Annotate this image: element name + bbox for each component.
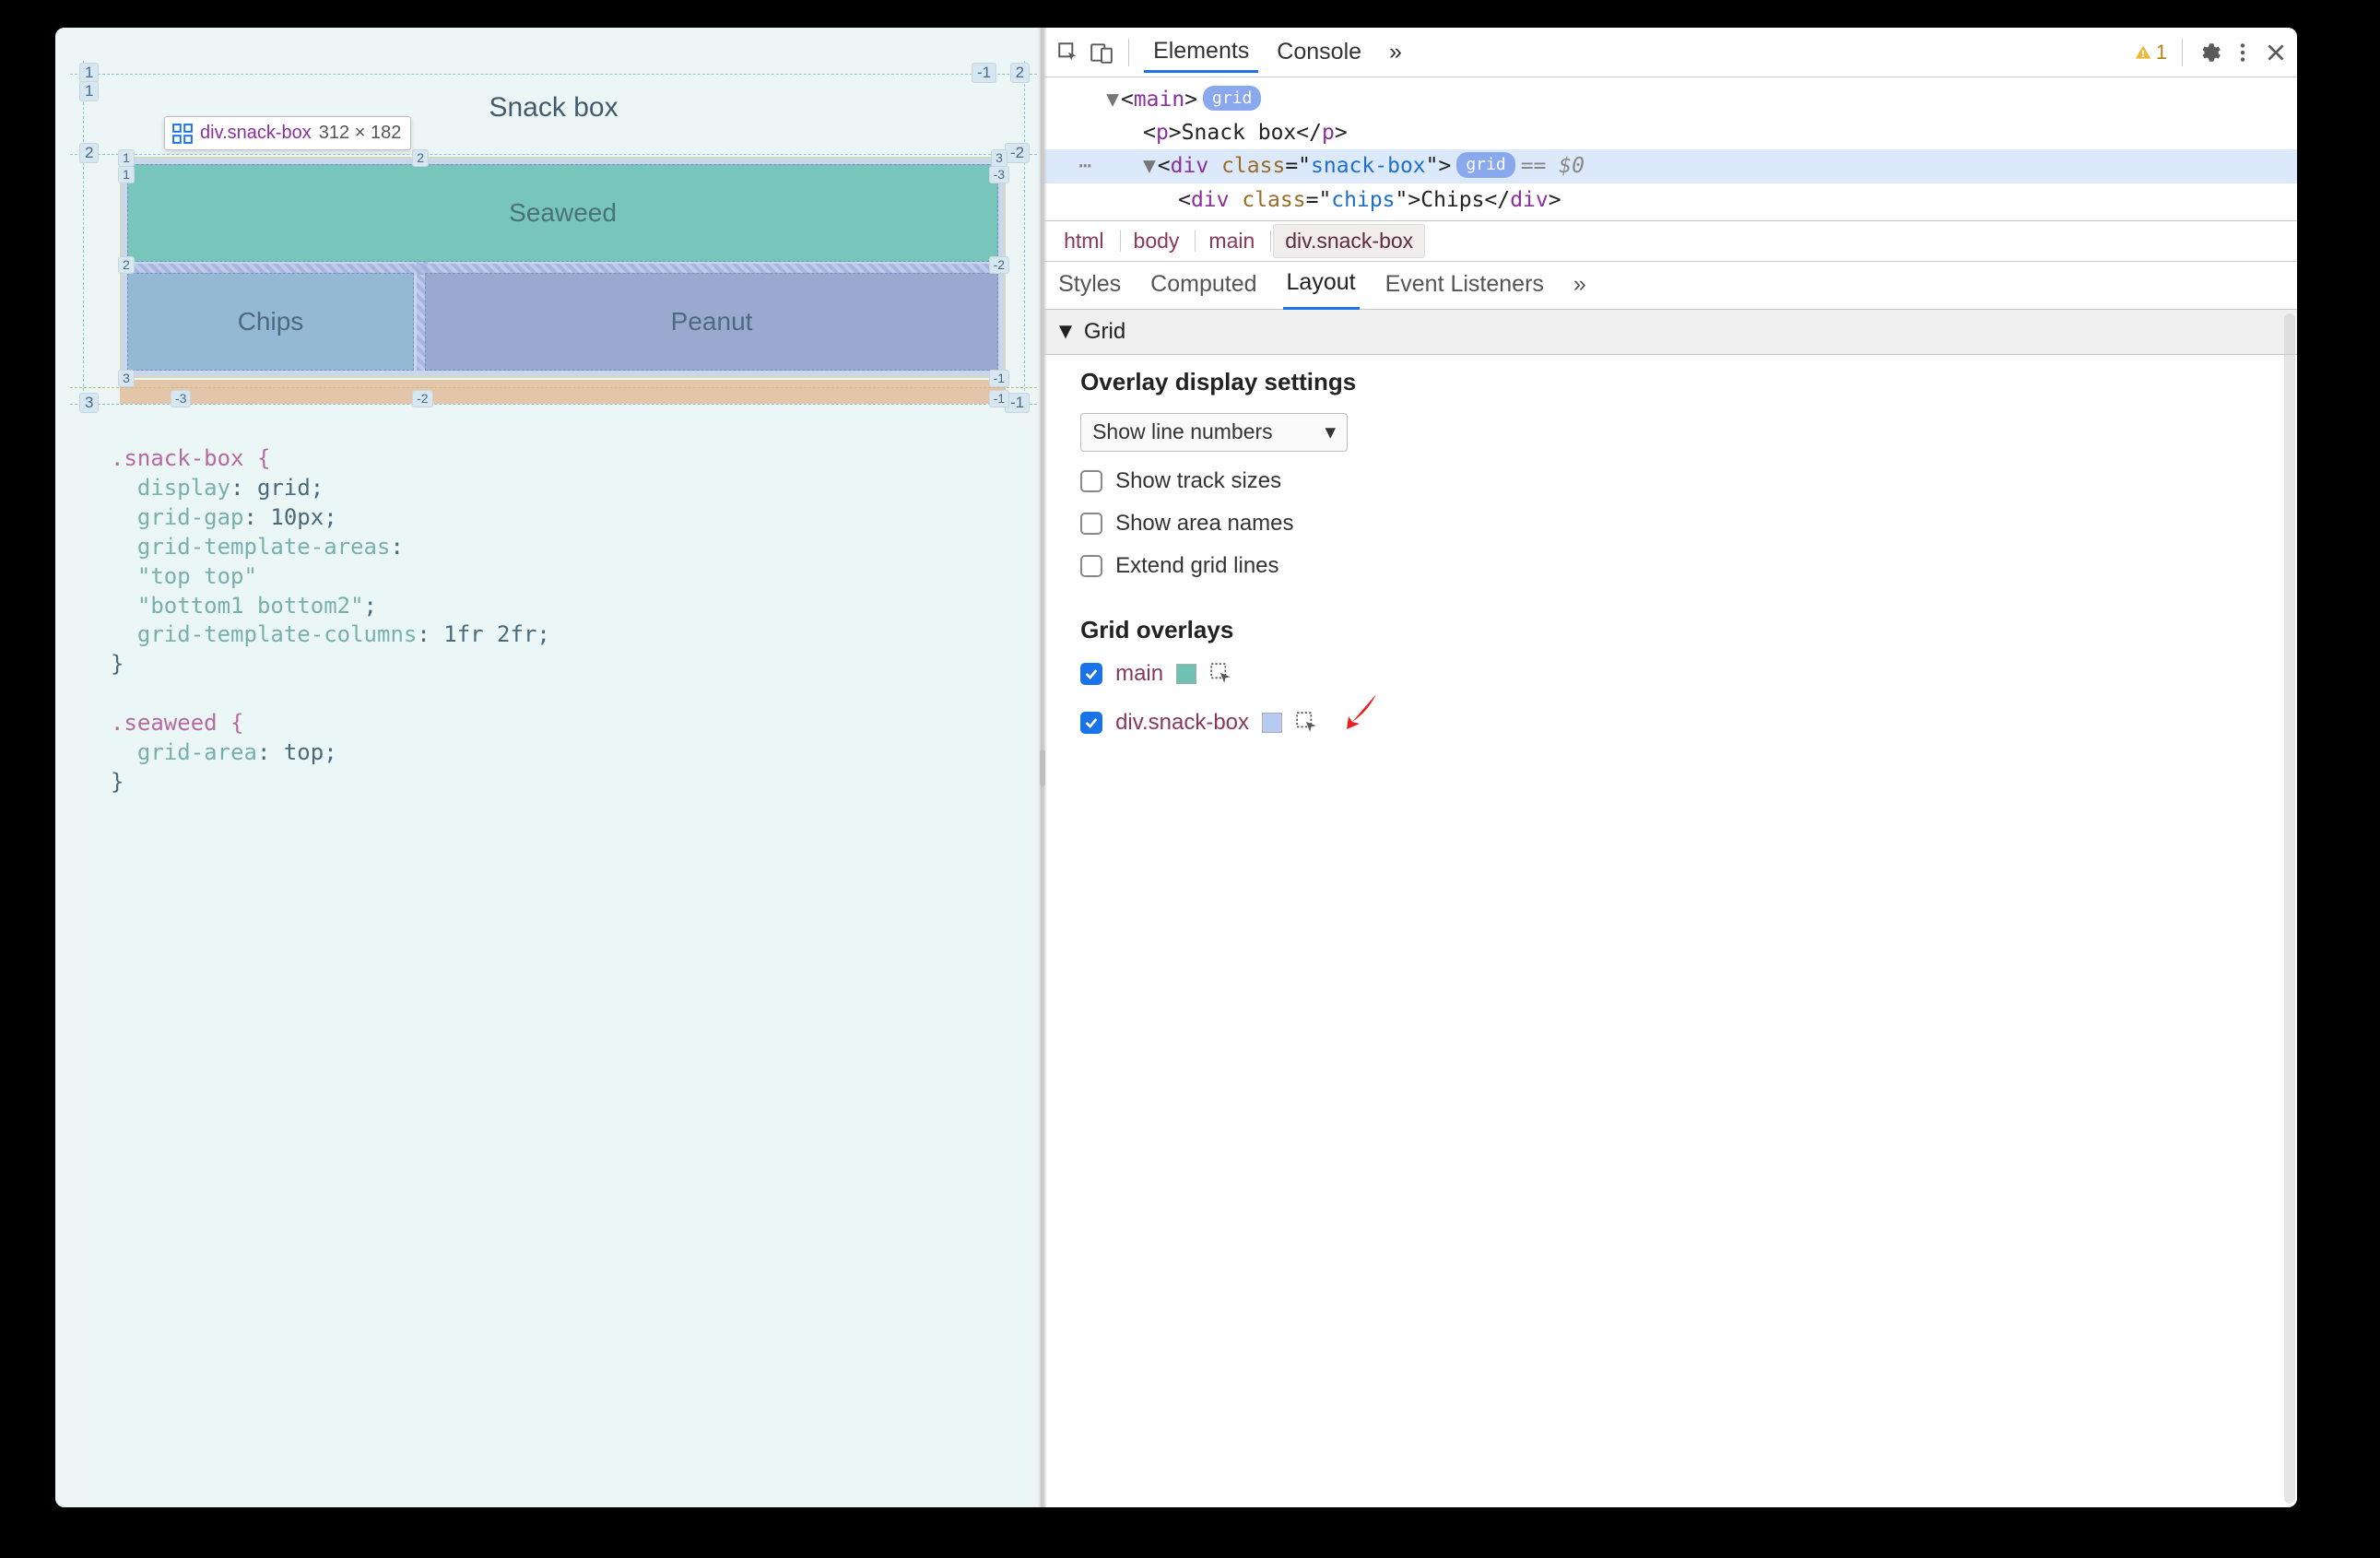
option-extend-grid-lines[interactable]: Extend grid lines [1080, 553, 2273, 579]
reveal-in-elements-icon[interactable] [1295, 711, 1319, 735]
inner-col-3-badge: 3 [991, 149, 1007, 167]
layout-pane-body: ▼ Grid Overlay display settings Show lin… [1042, 310, 2297, 1507]
devtools-window: 1 1 -1 2 2 -2 3 -1 Snack box Seaweed Chi… [55, 28, 2297, 1507]
inner-row-3-badge: 3 [118, 370, 135, 387]
tooltip-dimensions: 312 × 182 [319, 123, 402, 144]
close-icon[interactable] [2264, 41, 2288, 65]
pane-resize-handle[interactable] [1038, 28, 1047, 1507]
checkbox[interactable] [1080, 513, 1102, 535]
inner-col-2-badge: 2 [412, 149, 429, 167]
grid-overlays-heading: Grid overlays [1080, 616, 2273, 644]
inner-row-1-badge: 1 [118, 166, 135, 183]
dom-dollar-zero: == $0 [1521, 154, 1585, 178]
snack-box-overlay: Seaweed Chips Peanut 1 2 3 1 -3 2 -2 3 -… [120, 157, 1006, 378]
inner-row-2-badge: 2 [118, 256, 135, 274]
subtab-computed[interactable]: Computed [1147, 262, 1260, 309]
devtools-toolbar: Elements Console » 1 [1042, 28, 2297, 77]
checkbox[interactable] [1080, 555, 1102, 577]
option-show-track-sizes[interactable]: Show track sizes [1080, 468, 2273, 494]
overlay-snack-box-row: div.snack-box [1080, 700, 2273, 746]
element-tooltip: div.snack-box 312 × 182 [164, 116, 411, 150]
color-swatch[interactable] [1262, 713, 1282, 733]
chevron-down-icon: ▾ [1325, 419, 1337, 444]
inner-cneg2-badge: -2 [412, 390, 432, 407]
grid-cell-peanut: Peanut [425, 273, 998, 371]
scrollbar[interactable] [2284, 313, 2295, 1504]
inspect-icon[interactable] [1056, 41, 1080, 65]
tabs-more[interactable]: » [1380, 33, 1411, 71]
outer-neg2-badge: -2 [1005, 143, 1030, 163]
select-value: Show line numbers [1092, 419, 1273, 444]
grid-cell-seaweed: Seaweed [127, 164, 998, 262]
option-label: Show area names [1115, 511, 1293, 537]
dom-breadcrumbs: html body main div.snack-box [1042, 221, 2297, 262]
inner-cneg1-badge: -1 [989, 390, 1009, 407]
dom-node-main[interactable]: ▼<main>grid [1042, 83, 2297, 116]
crumb-html[interactable]: html [1053, 225, 1114, 257]
color-swatch[interactable] [1176, 664, 1196, 684]
dom-tree[interactable]: ▼<main>grid <p>Snack box</p> ⋯ ▼<div cla… [1042, 77, 2297, 221]
chevron-down-icon: ▼ [1055, 319, 1077, 345]
outer-neg1-top-badge: -1 [972, 63, 996, 83]
overlay-name[interactable]: div.snack-box [1115, 710, 1249, 736]
overlay-display-settings-section: Overlay display settings Show line numbe… [1042, 355, 2297, 603]
checkbox[interactable] [1080, 470, 1102, 492]
warning-icon [2134, 43, 2152, 62]
crumb-main[interactable]: main [1197, 225, 1266, 257]
grid-section-title: Grid [1084, 319, 1125, 345]
outer-row-1-badge: 1 [79, 63, 99, 83]
grid-badge[interactable]: grid [1203, 86, 1261, 111]
tab-console[interactable]: Console [1267, 33, 1371, 71]
grid-cell-chips: Chips [127, 273, 414, 371]
option-label: Extend grid lines [1115, 553, 1278, 579]
line-label-select[interactable]: Show line numbers ▾ [1080, 413, 1348, 452]
inner-cneg3-badge: -3 [171, 390, 191, 407]
outer-row-2-badge: 2 [79, 143, 99, 163]
overlay-name[interactable]: main [1115, 661, 1163, 687]
outer-row-3-badge: 3 [79, 393, 99, 413]
grid-overlays-section: Grid overlays main div.snack-box [1042, 603, 2297, 766]
outer-row-2-top-badge: 2 [1010, 63, 1030, 83]
page-preview-pane: 1 1 -1 2 2 -2 3 -1 Snack box Seaweed Chi… [55, 28, 1042, 1507]
overlay-settings-heading: Overlay display settings [1080, 368, 2273, 396]
dom-node-chips[interactable]: <div class="chips">Chips</div> [1042, 183, 2297, 217]
option-label: Show track sizes [1115, 468, 1281, 494]
overlay-main-row: main [1080, 661, 2273, 687]
subtab-event-listeners[interactable]: Event Listeners [1382, 262, 1548, 309]
inner-rneg1-badge: -1 [989, 370, 1009, 387]
subtabs-more[interactable]: » [1570, 262, 1590, 309]
warnings-badge[interactable]: 1 [2134, 41, 2167, 65]
dom-node-snack-box[interactable]: ⋯ ▼<div class="snack-box">grid== $0 [1042, 149, 2297, 183]
grid-badge[interactable]: grid [1456, 152, 1514, 177]
devtools-panel: Elements Console » 1 ▼<main>grid [1042, 28, 2297, 1507]
subtab-layout[interactable]: Layout [1283, 260, 1360, 310]
styles-subtabs: Styles Computed Layout Event Listeners » [1042, 262, 2297, 310]
css-source-display: .snack-box { display: grid; grid-gap: 10… [87, 424, 1028, 1507]
reveal-in-elements-icon[interactable] [1209, 662, 1233, 686]
option-show-area-names[interactable]: Show area names [1080, 511, 2273, 537]
dom-node-p[interactable]: <p>Snack box</p> [1042, 116, 2297, 149]
settings-icon[interactable] [2197, 41, 2221, 65]
grid-section-disclosure[interactable]: ▼ Grid [1042, 310, 2297, 355]
crumb-snack-box[interactable]: div.snack-box [1273, 224, 1425, 258]
annotation-arrow-icon [1337, 689, 1384, 735]
overlay-checkbox[interactable] [1080, 663, 1102, 685]
grid-icon [172, 124, 193, 144]
warnings-count: 1 [2156, 41, 2167, 65]
inner-rneg2-badge: -2 [989, 256, 1009, 274]
device-toggle-icon[interactable] [1090, 41, 1113, 65]
crumb-body[interactable]: body [1123, 225, 1191, 257]
tooltip-element-name: div.snack-box [200, 123, 312, 144]
inner-rneg3-badge: -3 [989, 166, 1009, 183]
inner-col-1-badge: 1 [118, 149, 135, 167]
overlay-checkbox[interactable] [1080, 712, 1102, 734]
tab-elements[interactable]: Elements [1144, 32, 1258, 73]
subtab-styles[interactable]: Styles [1055, 262, 1125, 309]
kebab-menu-icon[interactable] [2231, 41, 2255, 65]
dom-ellipsis[interactable]: ⋯ [1042, 151, 1099, 181]
